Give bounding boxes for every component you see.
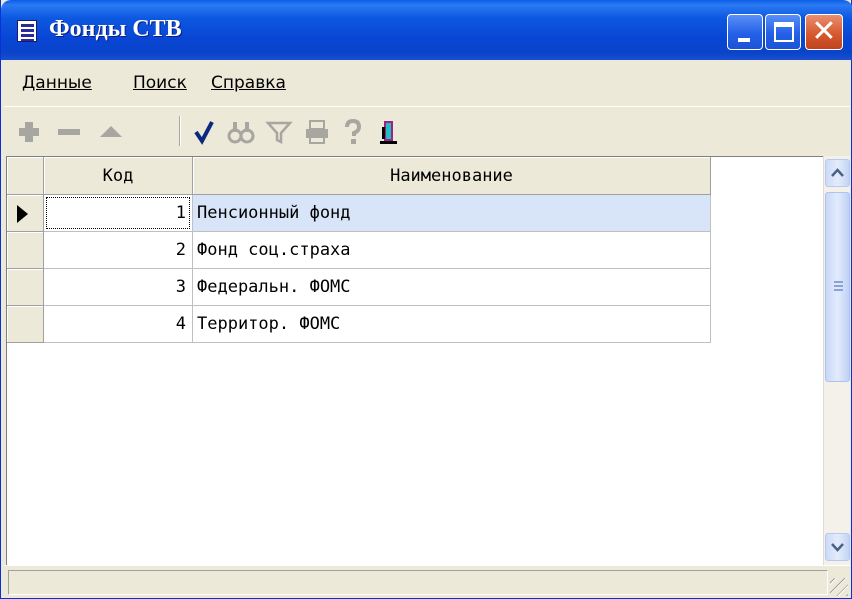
exit-door-icon[interactable] [374,117,404,147]
close-button[interactable]: ✕ [805,14,843,50]
scroll-thumb[interactable] [825,192,850,382]
row-indicator[interactable] [7,195,44,232]
resize-grip-icon[interactable] [830,578,848,596]
up-triangle-icon[interactable] [96,117,126,147]
cell-name[interactable]: Пенсионный фонд [193,195,711,232]
title-bar[interactable]: Фонды СТВ ✕ [1,0,852,60]
minimize-icon [738,38,750,42]
cell-name[interactable]: Территор. ФОМС [193,306,711,343]
minus-icon[interactable] [54,117,84,147]
menu-data[interactable]: Данные [22,73,92,93]
maximize-icon [774,22,794,42]
cell-name[interactable]: Федеральн. ФОМС [193,269,711,306]
menu-help[interactable]: Справка [211,73,286,93]
status-bar [4,565,850,598]
help-icon[interactable] [338,117,368,147]
column-header-code[interactable]: Код [44,157,193,195]
plus-icon[interactable] [14,117,44,147]
row-indicator[interactable] [7,232,44,269]
toolbar-separator [179,116,181,146]
column-header-name[interactable]: Наименование [193,157,711,195]
cell-code[interactable]: 1 [44,195,193,232]
scroll-up-button[interactable] [825,159,850,187]
app-icon[interactable] [17,20,37,42]
scroll-down-button[interactable] [825,533,850,561]
grip-line [834,281,843,283]
data-grid[interactable]: Код Наименование 1 Пенсионный фонд 2 Фон… [6,156,823,565]
focus-rectangle [46,197,190,229]
menu-data-label: Данные [22,73,92,93]
row-indicator[interactable] [7,306,44,343]
minimize-button[interactable] [727,14,763,50]
grip-line [834,285,843,287]
vertical-scrollbar[interactable] [823,156,850,565]
chevron-down-icon [831,543,844,552]
chevron-up-icon [831,168,844,177]
checkmark-icon[interactable] [190,117,220,147]
row-indicator[interactable] [7,269,44,306]
printer-icon[interactable] [302,117,332,147]
close-icon: ✕ [811,14,837,49]
status-panel [8,570,828,595]
binoculars-icon[interactable] [226,117,256,147]
cell-code[interactable]: 3 [44,269,193,306]
maximize-button[interactable] [765,14,801,50]
toolbar [4,106,850,154]
menu-search[interactable]: Поиск [133,73,187,93]
menu-bar: Данные Поиск Справка [4,60,850,106]
cell-name[interactable]: Фонд соц.страха [193,232,711,269]
filter-icon[interactable] [264,117,294,147]
main-window: Фонды СТВ ✕ Данные Поиск Справка Код Наи… [0,0,852,599]
grip-line [834,289,843,291]
menu-search-label: Поиск [133,73,187,93]
menu-help-label: Справка [211,73,286,93]
row-indicator-header [7,157,44,195]
current-row-arrow-icon [17,205,28,223]
cell-code[interactable]: 2 [44,232,193,269]
cell-code[interactable]: 4 [44,306,193,343]
window-title: Фонды СТВ [49,16,182,42]
